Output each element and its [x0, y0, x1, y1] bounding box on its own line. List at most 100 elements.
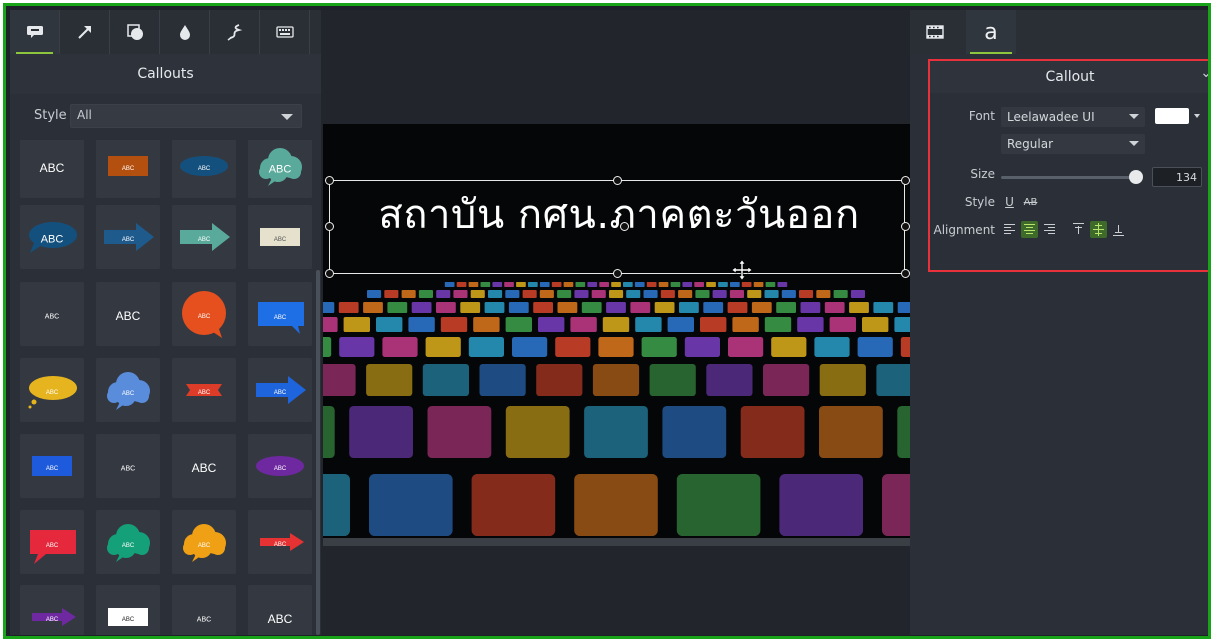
resize-handle-bottom-right[interactable] — [901, 269, 910, 278]
callout-style-tile[interactable]: ABC — [172, 205, 236, 269]
canvas-preview[interactable]: สถาบัน กศน.ภาคตะวันออก — [323, 124, 910, 542]
callout-style-tile[interactable]: ABC — [172, 585, 236, 635]
callout-style-tile[interactable]: ABC — [172, 282, 236, 346]
properties-panel: a Callout ⌄ Font Leelawadee UI Regular S… — [910, 10, 1208, 635]
resize-handle-bottom-left[interactable] — [325, 269, 334, 278]
size-slider-track[interactable] — [1001, 176, 1139, 179]
align-middle-button[interactable] — [1090, 221, 1107, 238]
callout-style-preview: ABC — [30, 530, 76, 564]
callout-style-tile[interactable]: ABC — [96, 585, 160, 635]
resize-handle-center[interactable] — [620, 222, 629, 231]
callout-style-tile[interactable]: ABC — [248, 510, 312, 574]
callouts-tab[interactable] — [10, 10, 60, 54]
callout-style-tile[interactable]: ABC — [172, 434, 236, 498]
callout-style-tile[interactable]: ABC — [96, 282, 160, 346]
callout-style-preview: ABC — [258, 302, 304, 334]
callout-style-preview: ABC — [40, 161, 65, 175]
resize-handle-right[interactable] — [901, 222, 910, 231]
resize-handle-top[interactable] — [613, 176, 622, 185]
svg-text:ABC: ABC — [46, 390, 59, 396]
callout-style-tile[interactable]: ABC — [172, 140, 236, 198]
callout-style-tile[interactable]: ABC — [96, 510, 160, 574]
sketch-motion-tab[interactable] — [210, 10, 260, 54]
align-bottom-button[interactable] — [1110, 221, 1127, 238]
resize-handle-bottom[interactable] — [613, 269, 622, 278]
callout-gallery: ABC ABC ABC ABC ABC ABC ABC ABC ABC ABC ABC ABC ABC A… — [10, 140, 316, 635]
keystroke-tab[interactable] — [260, 10, 310, 54]
resize-handle-top-left[interactable] — [325, 176, 334, 185]
callout-style-tile[interactable]: ABC — [96, 434, 160, 498]
svg-text:ABC: ABC — [122, 543, 135, 549]
chevron-down-icon — [1129, 114, 1139, 119]
align-right-button[interactable] — [1041, 221, 1058, 238]
svg-text:ABC: ABC — [46, 617, 59, 623]
visual-properties-tab[interactable] — [910, 10, 960, 54]
svg-text:ABC: ABC — [274, 466, 287, 472]
callout-style-tile[interactable]: ABC — [172, 358, 236, 422]
style-dropdown-value: All — [77, 108, 92, 122]
callout-style-preview: ABC — [108, 156, 148, 176]
align-top-button[interactable] — [1070, 221, 1087, 238]
callout-style-preview: ABC — [259, 148, 302, 186]
font-dropdown-value: Leelawadee UI — [1007, 110, 1095, 124]
annotations-tab[interactable] — [110, 10, 160, 54]
svg-text:ABC: ABC — [192, 461, 217, 475]
resize-handle-left[interactable] — [325, 222, 334, 231]
callout-style-tile[interactable]: ABC — [96, 358, 160, 422]
callout-style-tile[interactable]: ABC — [20, 282, 84, 346]
callout-style-tile[interactable]: ABC — [20, 510, 84, 574]
callout-style-preview: ABC — [256, 456, 304, 476]
underline-button[interactable]: U — [1001, 194, 1018, 211]
svg-text:ABC: ABC — [274, 237, 287, 243]
svg-text:ABC: ABC — [122, 617, 135, 623]
callout-style-preview: ABC — [180, 156, 228, 176]
svg-text:ABC: ABC — [41, 234, 64, 246]
resize-handle-top-right[interactable] — [901, 176, 910, 185]
font-color-swatch[interactable] — [1155, 108, 1189, 124]
callout-style-tile[interactable]: ABC — [20, 434, 84, 498]
size-label: Size — [970, 167, 995, 181]
callout-style-tile[interactable]: ABC — [248, 205, 312, 269]
strikethrough-button[interactable]: AB — [1022, 194, 1039, 211]
callout-style-preview: ABC — [116, 309, 141, 323]
callout-style-tile[interactable]: ABC — [248, 282, 312, 346]
callout-style-tile[interactable]: ABC — [20, 205, 84, 269]
callout-style-tile[interactable]: ABC — [248, 585, 312, 635]
font-dropdown[interactable]: Leelawadee UI — [1001, 107, 1145, 127]
svg-text:ABC: ABC — [122, 166, 135, 172]
callout-style-tile[interactable]: ABC — [20, 358, 84, 422]
svg-text:ABC: ABC — [198, 166, 211, 172]
callout-style-tile[interactable]: ABC — [20, 140, 84, 198]
svg-text:ABC: ABC — [274, 315, 287, 321]
callout-style-preview: ABC — [180, 223, 230, 251]
gallery-scrollbar[interactable] — [316, 270, 320, 635]
callout-style-tile[interactable]: ABC — [248, 434, 312, 498]
color-dropdown-arrow-icon[interactable] — [1194, 114, 1200, 118]
arrows-tab[interactable] — [60, 10, 110, 54]
svg-text:ABC: ABC — [269, 164, 292, 176]
font-weight-dropdown[interactable]: Regular — [1001, 134, 1145, 154]
blur-highlight-tab[interactable] — [160, 10, 210, 54]
callout-style-tile[interactable]: ABC — [248, 358, 312, 422]
callout-style-tile[interactable]: ABC — [172, 510, 236, 574]
callout-style-tile[interactable]: ABC — [96, 140, 160, 198]
callout-style-tile[interactable]: ABC — [20, 585, 84, 635]
svg-text:ABC: ABC — [46, 466, 59, 472]
arrow-tool-icon — [77, 26, 91, 39]
callout-style-preview: ABC — [45, 313, 59, 320]
align-left-button[interactable] — [1001, 221, 1018, 238]
callout-style-preview: ABC — [256, 376, 306, 404]
callout-style-preview: ABC — [104, 223, 154, 251]
canvas-bottom-edge — [323, 538, 910, 546]
size-slider-thumb[interactable] — [1129, 170, 1144, 184]
text-properties-tab[interactable]: a — [966, 10, 1016, 54]
callout-text[interactable]: สถาบัน กศน.ภาคตะวันออก — [329, 182, 909, 246]
callout-style-tile[interactable]: ABC — [248, 140, 312, 198]
callout-style-preview: ABC — [32, 456, 72, 476]
size-input[interactable]: 134 — [1152, 167, 1202, 187]
callout-style-tile[interactable]: ABC — [96, 205, 160, 269]
style-dropdown[interactable]: All — [70, 104, 302, 128]
app-window: Callouts Style All ABC ABC ABC ABC ABC ABC ABC… — [3, 3, 1211, 639]
align-center-button[interactable] — [1021, 221, 1038, 238]
properties-title: Callout — [930, 61, 1208, 93]
